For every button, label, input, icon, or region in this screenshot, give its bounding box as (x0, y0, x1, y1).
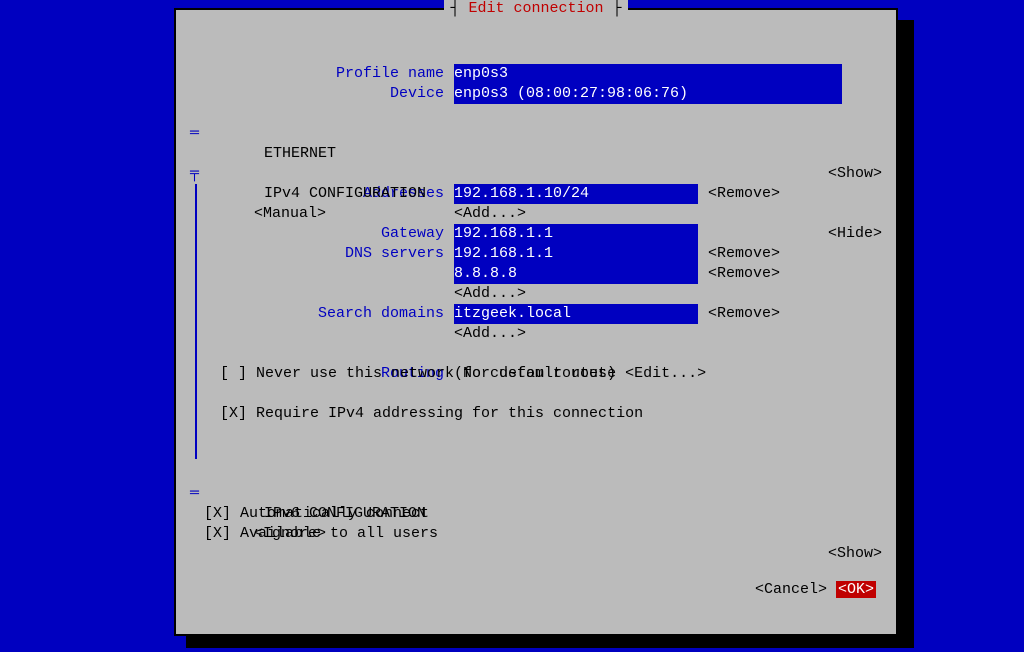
gateway-label: Gateway (244, 224, 444, 244)
routing-edit-button[interactable]: <Edit...> (625, 364, 706, 384)
search-domain-add-button[interactable]: <Add...> (454, 324, 526, 344)
dialog-title: Edit connection (468, 0, 603, 17)
ipv4-hide-button[interactable]: <Hide> (828, 224, 882, 244)
ipv6-marker: ═ (190, 484, 199, 504)
search-domains-label: Search domains (244, 304, 444, 324)
ipv4-marker-top: ╤ (190, 164, 199, 184)
ipv6-mode-select[interactable]: <Ignore> (254, 524, 326, 544)
device-label: Device (244, 84, 444, 104)
ok-button[interactable]: <OK> (836, 581, 876, 598)
require-ipv4-checkbox[interactable]: [X] Require IPv4 addressing for this con… (220, 404, 882, 424)
dns-input-2[interactable]: 8.8.8.8 (454, 264, 698, 284)
ipv4-mode-select[interactable]: <Manual> (254, 204, 326, 224)
address-input-1[interactable]: 192.168.1.10/24 (454, 184, 698, 204)
dns-input-1[interactable]: 192.168.1.1 (454, 244, 698, 264)
gateway-input[interactable]: 192.168.1.1 (454, 224, 698, 244)
address-remove-1[interactable]: <Remove> (708, 184, 780, 204)
ipv4-tree-line (195, 184, 197, 459)
device-input[interactable]: enp0s3 (08:00:27:98:06:76) (454, 84, 842, 104)
profile-name-input[interactable]: enp0s3 (454, 64, 842, 84)
search-domain-remove-1[interactable]: <Remove> (708, 304, 780, 324)
dns-remove-2[interactable]: <Remove> (708, 264, 780, 284)
profile-name-label: Profile name (244, 64, 444, 84)
dns-label: DNS servers (244, 244, 444, 264)
cancel-button[interactable]: <Cancel> (755, 581, 827, 598)
dns-remove-1[interactable]: <Remove> (708, 244, 780, 264)
ipv6-show-button[interactable]: <Show> (828, 544, 882, 564)
ipv6-section: IPv6 CONFIGURATION (264, 505, 426, 522)
ethernet-show-button[interactable]: <Show> (828, 164, 882, 184)
ethernet-marker: ═ (190, 124, 199, 144)
dns-add-button[interactable]: <Add...> (454, 284, 526, 304)
address-add-button[interactable]: <Add...> (454, 204, 526, 224)
search-domain-input-1[interactable]: itzgeek.local (454, 304, 698, 324)
never-default-checkbox[interactable]: [ ] Never use this network for default r… (220, 364, 882, 384)
edit-connection-dialog: ┤ Edit connection ├ Profile nameenp0s3 D… (174, 8, 898, 636)
ipv4-section: IPv4 CONFIGURATION (264, 185, 426, 202)
